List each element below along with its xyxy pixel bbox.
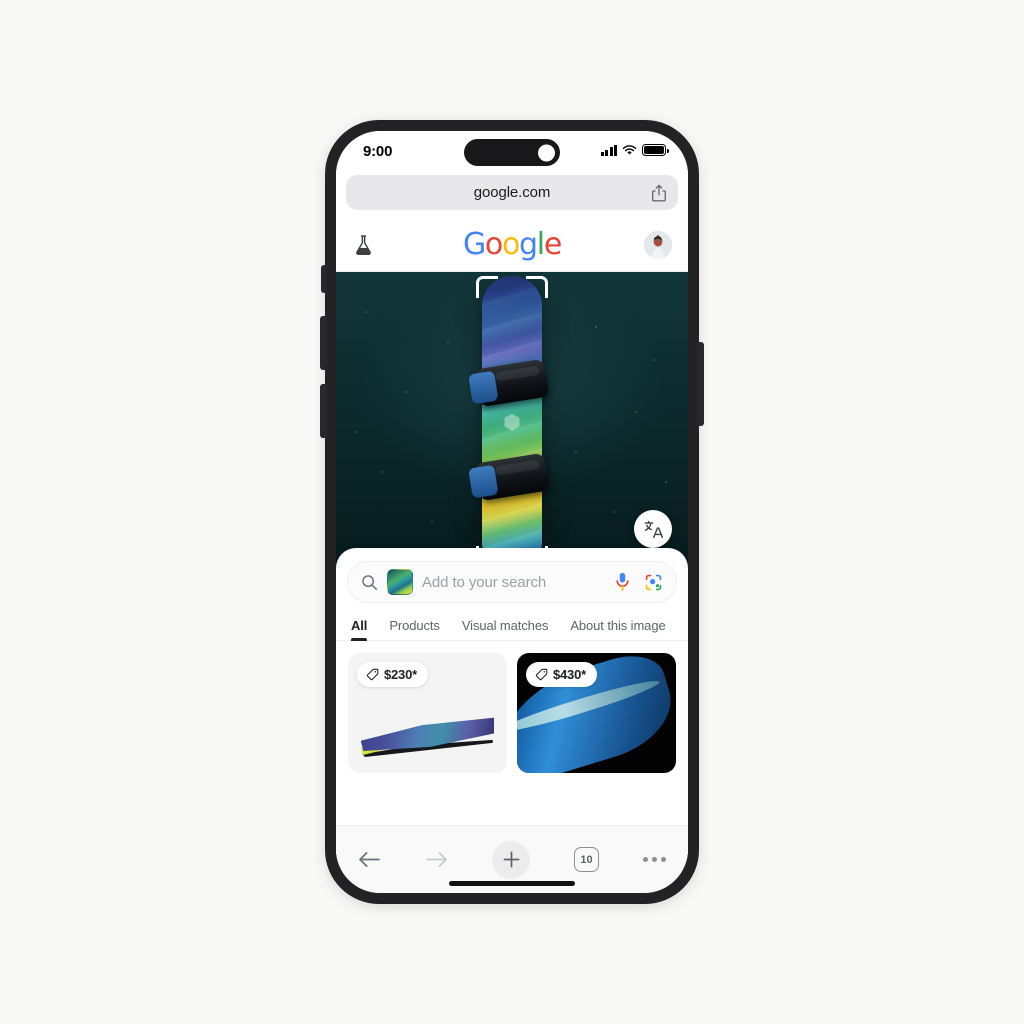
battery-full-icon bbox=[642, 144, 669, 156]
new-tab-button[interactable] bbox=[492, 840, 530, 880]
lens-search-bar[interactable]: Add to your search bbox=[347, 561, 677, 603]
share-icon[interactable] bbox=[651, 183, 667, 202]
result-card[interactable]: $230* bbox=[348, 653, 507, 773]
screenshot-canvas: 9:00 google.com Google Add to your searc… bbox=[0, 0, 1024, 1024]
google-logo: Google bbox=[462, 226, 562, 262]
search-input-placeholder[interactable]: Add to your search bbox=[422, 574, 606, 591]
status-bar: 9:00 bbox=[336, 131, 688, 175]
search-row: Add to your search bbox=[336, 548, 688, 603]
cellular-signal-icon bbox=[600, 144, 617, 156]
search-bar-actions bbox=[615, 572, 663, 592]
lab-flask-icon[interactable] bbox=[354, 234, 373, 255]
magnifier-icon bbox=[362, 574, 378, 590]
crop-handle-top-left[interactable] bbox=[476, 276, 498, 298]
more-options-button[interactable] bbox=[643, 840, 666, 880]
tab-products[interactable]: Products bbox=[389, 618, 440, 640]
tab-all[interactable]: All bbox=[351, 618, 368, 641]
status-time: 9:00 bbox=[363, 143, 393, 160]
microphone-icon[interactable] bbox=[615, 572, 630, 592]
volume-up-button[interactable] bbox=[320, 316, 327, 370]
result-card[interactable]: $430* bbox=[517, 653, 676, 773]
tab-switcher-button[interactable]: 10 bbox=[574, 840, 599, 880]
price-value: $430* bbox=[553, 667, 586, 682]
translate-button[interactable] bbox=[634, 510, 672, 548]
url-bar-container: google.com bbox=[336, 175, 688, 218]
back-button[interactable] bbox=[358, 840, 381, 880]
home-indicator[interactable] bbox=[449, 881, 575, 886]
price-value: $230* bbox=[384, 667, 417, 682]
lens-image-viewport[interactable] bbox=[336, 272, 688, 570]
price-tag-icon bbox=[535, 668, 548, 681]
plus-icon bbox=[503, 851, 519, 868]
back-arrow-icon bbox=[359, 851, 380, 868]
url-text: google.com bbox=[473, 184, 551, 201]
image-thumbnail[interactable] bbox=[387, 569, 413, 595]
mute-switch-button[interactable] bbox=[321, 265, 327, 293]
result-cards: $230* $430* bbox=[336, 641, 688, 773]
wifi-icon bbox=[622, 144, 637, 155]
front-camera-dot bbox=[538, 144, 555, 161]
dynamic-island bbox=[464, 139, 560, 166]
tab-about-this-image[interactable]: About this image bbox=[570, 618, 665, 640]
tab-visual-matches[interactable]: Visual matches bbox=[462, 618, 549, 640]
status-indicators bbox=[600, 144, 669, 156]
user-avatar[interactable] bbox=[644, 230, 672, 259]
forward-arrow-icon bbox=[426, 851, 447, 868]
price-badge: $430* bbox=[526, 662, 597, 687]
crop-handle-top-right[interactable] bbox=[526, 276, 548, 298]
crop-selection-frame[interactable] bbox=[476, 276, 548, 568]
result-tabs: All Products Visual matches About this i… bbox=[336, 603, 688, 641]
volume-down-button[interactable] bbox=[320, 384, 327, 438]
google-app-header: Google bbox=[336, 218, 688, 272]
address-bar[interactable]: google.com bbox=[346, 175, 678, 210]
phone-screen: 9:00 google.com Google Add to your searc… bbox=[336, 131, 688, 893]
power-button[interactable] bbox=[697, 342, 704, 426]
google-lens-icon[interactable] bbox=[644, 573, 663, 592]
tab-count-badge: 10 bbox=[574, 847, 599, 872]
lens-results-sheet: Add to your search All Products Visual m… bbox=[336, 548, 688, 860]
price-tag-icon bbox=[366, 668, 379, 681]
price-badge: $230* bbox=[357, 662, 428, 687]
forward-button[interactable] bbox=[425, 840, 448, 880]
phone-device-frame: 9:00 google.com Google Add to your searc… bbox=[320, 120, 704, 904]
translate-icon bbox=[643, 520, 663, 538]
more-dots-icon bbox=[643, 857, 666, 862]
